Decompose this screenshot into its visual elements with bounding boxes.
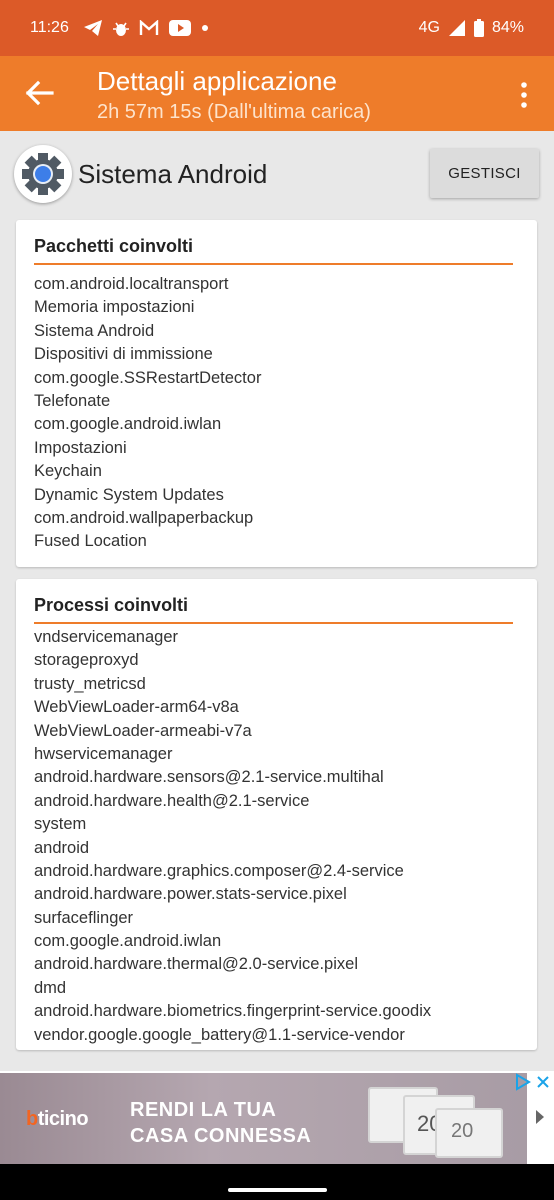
app-header: Sistema Android GESTISCI	[0, 131, 554, 219]
list-item: WebViewLoader-arm64-v8a	[34, 698, 239, 717]
battery-icon	[473, 19, 484, 37]
notification-icons	[83, 19, 209, 37]
list-item: Dispositivi di immissione	[34, 345, 213, 364]
list-item: com.google.android.iwlan	[34, 415, 222, 434]
list-item: android.hardware.health@2.1-service	[34, 791, 310, 810]
list-item: system	[34, 815, 87, 834]
packages-list: com.android.localtransport Memoria impos…	[34, 273, 537, 554]
processes-list: vndservicemanager storageproxyd trusty_m…	[34, 626, 537, 1047]
packages-title: Pacchetti coinvolti	[34, 236, 194, 256]
navigation-bar	[0, 1164, 554, 1200]
list-item: com.google.SSRestartDetector	[34, 368, 262, 387]
battery-level: 84%	[491, 19, 524, 36]
youtube-icon	[168, 20, 191, 36]
manage-button[interactable]: GESTISCI	[430, 149, 539, 198]
signal-icon	[448, 20, 465, 36]
section-divider	[34, 263, 513, 265]
list-item: android.hardware.sensors@2.1-service.mul…	[34, 768, 384, 787]
list-item: dmd	[34, 978, 67, 997]
list-item: vendor.google.google_battery@1.1-service…	[34, 1025, 405, 1044]
list-item: storageproxyd	[34, 651, 139, 670]
bug-icon	[112, 22, 129, 36]
list-item: Fused Location	[34, 532, 147, 551]
list-item: android.hardware.biometrics.fingerprint-…	[34, 1002, 432, 1021]
list-item: Keychain	[34, 462, 102, 481]
page-subtitle: 2h 57m 15s (Dall'ultima carica)	[97, 101, 371, 123]
list-item: trusty_metricsd	[34, 674, 146, 693]
status-bar: 11:26 4G 84%	[0, 0, 554, 56]
list-item: Impostazioni	[34, 438, 127, 457]
list-item: Dynamic System Updates	[34, 485, 224, 504]
list-item: surfaceflinger	[34, 908, 134, 927]
clock: 11:26	[30, 19, 69, 36]
page-title: Dettagli applicazione	[97, 66, 337, 96]
list-item: com.android.localtransport	[34, 275, 229, 293]
ad-logo: bticino	[26, 1108, 89, 1130]
dot-icon	[201, 25, 208, 31]
gmail-icon	[139, 20, 159, 35]
list-item: vndservicemanager	[34, 628, 178, 646]
gear-icon	[22, 153, 64, 195]
chevron-right-icon[interactable]	[534, 1109, 546, 1125]
app-name: Sistema Android	[78, 159, 268, 189]
thermostat-image: 20	[435, 1108, 503, 1158]
app-bar: Dettagli applicazione 2h 57m 15s (Dall'u…	[0, 56, 554, 131]
ad-headline: RENDI LA TUA CASA CONNESSA	[130, 1099, 312, 1147]
list-item: com.android.wallpaperbackup	[34, 508, 254, 527]
ad-banner[interactable]: bticino RENDI LA TUA CASA CONNESSA 20 20	[0, 1071, 554, 1164]
list-item: WebViewLoader-armeabi-v7a	[34, 721, 252, 740]
list-item: android.hardware.power.stats-service.pix…	[34, 885, 347, 904]
list-item: Sistema Android	[34, 321, 155, 340]
ad-image[interactable]: bticino RENDI LA TUA CASA CONNESSA 20 20	[0, 1073, 527, 1164]
list-item: Memoria impostazioni	[34, 298, 195, 317]
system-status: 4G 84%	[419, 19, 524, 37]
section-divider	[34, 622, 513, 624]
list-item: android	[34, 838, 90, 857]
back-arrow-icon[interactable]	[22, 76, 56, 110]
processes-title: Processi coinvolti	[34, 595, 189, 615]
packages-card: Pacchetti coinvolti com.android.localtra…	[16, 220, 537, 567]
processes-card[interactable]: Processi coinvolti vndservicemanager sto…	[16, 579, 537, 1050]
list-item: com.google.android.iwlan	[34, 932, 222, 951]
overflow-menu-icon[interactable]	[513, 80, 535, 110]
list-item: android.hardware.graphics.composer@2.4-s…	[34, 861, 404, 880]
list-item: hwservicemanager	[34, 744, 173, 763]
home-gesture-handle[interactable]	[228, 1188, 327, 1192]
telegram-icon	[83, 20, 102, 36]
close-icon[interactable]	[535, 1073, 551, 1091]
list-item: android.hardware.thermal@2.0-service.pix…	[34, 955, 358, 974]
network-type: 4G	[418, 19, 440, 36]
adchoices-icon[interactable]	[513, 1073, 531, 1091]
app-icon	[14, 145, 72, 203]
list-item: Telefonate	[34, 391, 111, 410]
